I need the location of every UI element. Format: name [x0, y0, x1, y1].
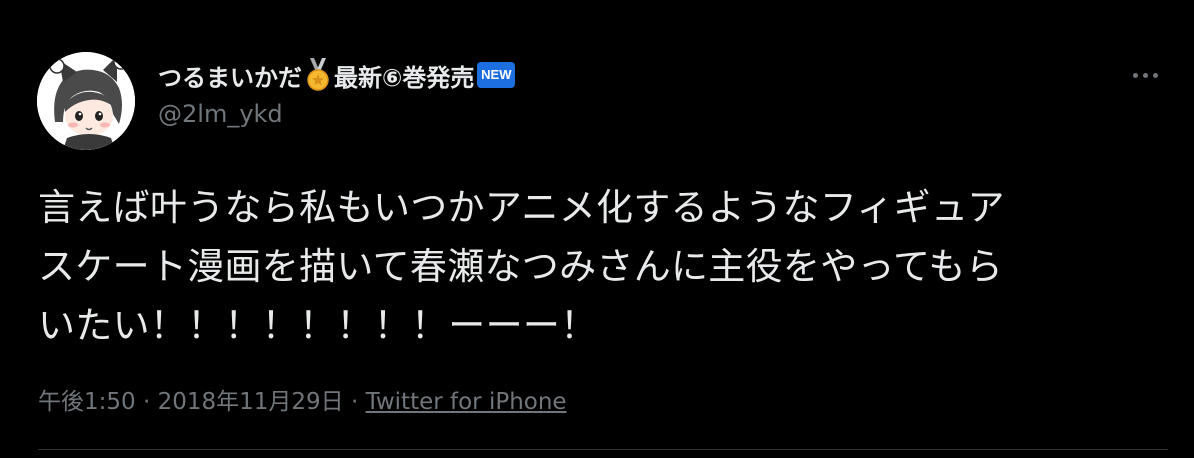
avatar[interactable]: [37, 52, 135, 150]
tweet-date[interactable]: 2018年11月29日: [158, 389, 344, 415]
new-badge-icon: NEW: [477, 62, 516, 88]
display-name[interactable]: つるまいかだ: [158, 58, 302, 93]
more-button[interactable]: [1128, 60, 1162, 90]
more-icon-dot: [1132, 72, 1138, 78]
tweet-text: 言えば叶うなら私もいつかアニメ化するようなフィギュア スケート漫画を描いて春瀬な…: [38, 178, 1168, 355]
tweet-text-line: 言えば叶うなら私もいつかアニメ化するようなフィギュア: [38, 186, 1005, 229]
tweet-meta: 午後1:50 · 2018年11月29日 · Twitter for iPhon…: [38, 382, 567, 416]
tweet-container: つるまいかだ 最新⑥巻発売 NEW @2lm_ykd 言えば叶うなら私もいつかア…: [0, 0, 1194, 458]
author-handle[interactable]: @2lm_ykd: [158, 100, 283, 128]
medal-icon: [304, 58, 332, 92]
divider: [38, 449, 1168, 450]
more-icon-dot: [1152, 72, 1158, 78]
tweet-time[interactable]: 午後1:50: [38, 389, 136, 415]
more-icon-dot: [1142, 72, 1148, 78]
tweet-source-link[interactable]: Twitter for iPhone: [366, 389, 567, 415]
tweet-text-line: いたい！！！！！！！！ーーー！: [38, 304, 598, 347]
meta-separator: ·: [135, 389, 158, 415]
name-suffix: 最新⑥巻発売: [334, 63, 475, 92]
author-name-row: つるまいかだ 最新⑥巻発売 NEW: [158, 56, 516, 94]
meta-separator: ·: [343, 389, 366, 415]
avatar-icon: [37, 52, 135, 150]
tweet-text-line: スケート漫画を描いて春瀬なつみさんに主役をやってもら: [38, 245, 1003, 288]
